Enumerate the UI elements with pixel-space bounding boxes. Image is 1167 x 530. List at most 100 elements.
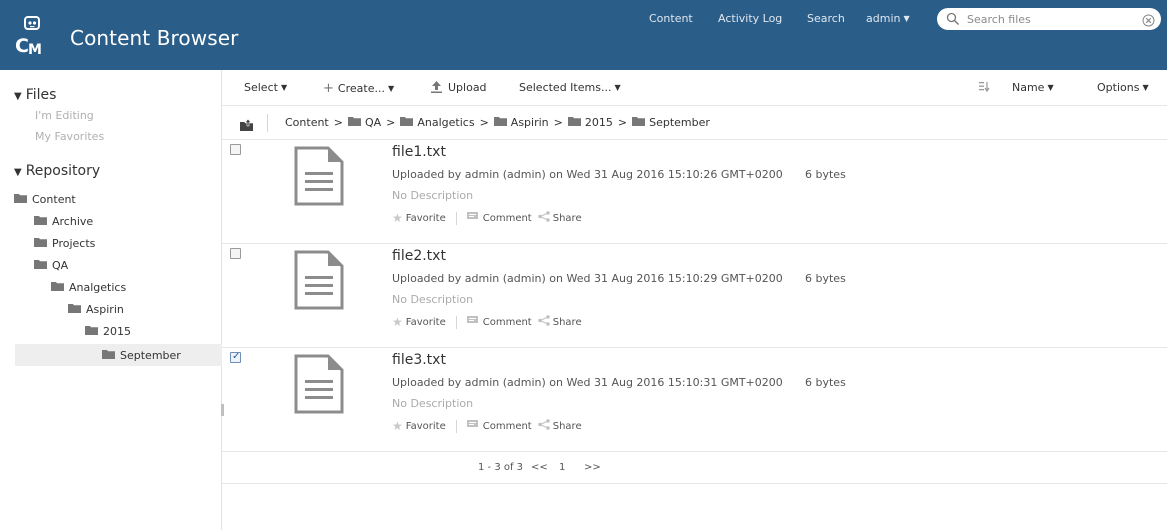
chevron-down-icon: ▼: [387, 84, 395, 93]
clear-search-icon[interactable]: [1142, 12, 1155, 31]
search-input[interactable]: [967, 10, 1127, 28]
file-description: No Description: [392, 397, 474, 410]
options-menu-button[interactable]: Options ▼: [1097, 81, 1149, 94]
chevron-down-icon: ▼: [1047, 83, 1054, 92]
file-checkbox[interactable]: [230, 144, 241, 155]
select-label: Select: [244, 81, 278, 94]
file-row[interactable]: file2.txt Uploaded by admin (admin) on W…: [222, 244, 1167, 348]
tree-item-qa[interactable]: QA: [34, 255, 68, 275]
tree-item-aspirin[interactable]: Aspirin: [68, 299, 124, 319]
file-size: 6 bytes: [805, 168, 846, 181]
repository-section-title[interactable]: ▼ Repository: [14, 163, 100, 179]
my-favorites-link[interactable]: My Favorites: [35, 130, 104, 143]
user-name: admin: [866, 12, 901, 25]
star-icon: ★: [392, 419, 403, 433]
pagination-prev-button[interactable]: <<: [531, 462, 548, 473]
chevron-down-icon: ▼: [1142, 83, 1149, 92]
share-button[interactable]: Share: [538, 419, 582, 433]
user-menu[interactable]: admin ▼: [866, 12, 910, 25]
upload-icon: [431, 81, 442, 96]
tree-item-archive[interactable]: Archive: [34, 211, 93, 231]
file-size: 6 bytes: [805, 376, 846, 389]
file-checkbox[interactable]: [230, 248, 241, 259]
file-name[interactable]: file3.txt: [392, 352, 446, 368]
favorite-button[interactable]: ★ Favorite: [392, 315, 446, 329]
file-size: 6 bytes: [805, 272, 846, 285]
share-icon: [538, 315, 550, 329]
comment-button[interactable]: Comment: [466, 212, 532, 224]
upload-button[interactable]: Upload: [431, 81, 487, 96]
divider: [455, 315, 457, 329]
file-name[interactable]: file1.txt: [392, 144, 446, 160]
nav-content[interactable]: Content: [649, 12, 693, 25]
folder-icon: [102, 349, 115, 362]
file-row[interactable]: ✓ file3.txt Uploaded by admin (admin) on…: [222, 348, 1167, 452]
triangle-down-icon: ▼: [14, 91, 22, 102]
favorite-button[interactable]: ★ Favorite: [392, 419, 446, 433]
folder-icon: [85, 325, 98, 338]
sort-menu-button[interactable]: Name ▼: [1012, 81, 1054, 94]
im-editing-link[interactable]: I'm Editing: [35, 109, 94, 122]
comment-button[interactable]: Comment: [466, 316, 532, 328]
svg-text:M: M: [28, 42, 42, 58]
comment-button[interactable]: Comment: [466, 420, 532, 432]
tree-item-projects[interactable]: Projects: [34, 233, 95, 253]
cm-logo-icon[interactable]: C M: [15, 16, 49, 58]
breadcrumb-september[interactable]: September: [632, 116, 710, 129]
breadcrumb-separator: >: [333, 116, 343, 129]
file-name[interactable]: file2.txt: [392, 248, 446, 264]
divider: [455, 211, 457, 225]
content-browser-app: C M Content Browser Content Activity Log…: [0, 0, 1167, 530]
favorite-button[interactable]: ★ Favorite: [392, 211, 446, 225]
select-menu-button[interactable]: Select ▼: [244, 81, 287, 94]
pagination-next-button[interactable]: >>: [584, 462, 601, 473]
search-box: [937, 8, 1161, 30]
share-button[interactable]: Share: [538, 315, 582, 329]
folder-icon: [34, 259, 47, 272]
breadcrumb-analgetics[interactable]: Analgetics: [400, 116, 475, 129]
selected-items-menu-button[interactable]: Selected Items... ▼: [519, 81, 621, 94]
file-upload-info: Uploaded by admin (admin) on Wed 31 Aug …: [392, 376, 783, 389]
text-document-icon[interactable]: [294, 354, 344, 418]
folder-up-icon[interactable]: [240, 116, 253, 135]
breadcrumb-2015[interactable]: 2015: [567, 116, 613, 129]
file-actions: ★ Favorite Comment Share: [392, 419, 582, 433]
file-actions: ★ Favorite Comment Share: [392, 211, 582, 225]
pagination-summary: 1 - 3 of 3: [478, 462, 524, 473]
breadcrumb: Content > QA > Analgetics > Aspirin > 20…: [285, 116, 710, 129]
sort-direction-icon[interactable]: [979, 81, 990, 95]
folder-icon: [14, 193, 27, 206]
pagination: 1 - 3 of 3 << 1 >>: [222, 452, 1167, 484]
tree-item-label: Content: [32, 192, 76, 206]
app-header: C M Content Browser Content Activity Log…: [0, 0, 1167, 70]
file-upload-info: Uploaded by admin (admin) on Wed 31 Aug …: [392, 168, 783, 181]
divider: [455, 419, 457, 433]
file-checkbox[interactable]: ✓: [230, 351, 241, 363]
tree-item-2015[interactable]: 2015: [85, 321, 131, 341]
chevron-down-icon: ▼: [280, 83, 288, 92]
search-icon: [946, 11, 960, 30]
create-menu-button[interactable]: + Create... ▼: [323, 81, 394, 96]
breadcrumb-separator: >: [386, 116, 396, 129]
pagination-page-button[interactable]: 1: [559, 462, 565, 473]
breadcrumb-separator: >: [479, 116, 489, 129]
tree-item-label: Aspirin: [86, 302, 124, 316]
tree-item-label: September: [120, 348, 181, 362]
tree-item-analgetics[interactable]: Analgetics: [51, 277, 126, 297]
breadcrumb-content[interactable]: Content: [285, 116, 329, 129]
text-document-icon[interactable]: [294, 146, 344, 210]
file-row[interactable]: file1.txt Uploaded by admin (admin) on W…: [222, 140, 1167, 244]
tree-item-september[interactable]: September: [102, 345, 181, 365]
tree-item-content[interactable]: Content: [14, 189, 76, 209]
share-button[interactable]: Share: [538, 211, 582, 225]
files-section-title[interactable]: ▼ Files: [14, 87, 56, 103]
breadcrumb-aspirin[interactable]: Aspirin: [493, 116, 549, 129]
text-document-icon[interactable]: [294, 250, 344, 314]
folder-icon: [34, 215, 47, 228]
nav-activity-log[interactable]: Activity Log: [718, 12, 782, 25]
comment-icon: [466, 420, 478, 432]
tree-item-label: Analgetics: [69, 280, 127, 294]
breadcrumb-bar: Content > QA > Analgetics > Aspirin > 20…: [222, 106, 1167, 140]
breadcrumb-qa[interactable]: QA: [347, 116, 381, 129]
nav-search[interactable]: Search: [807, 12, 845, 25]
